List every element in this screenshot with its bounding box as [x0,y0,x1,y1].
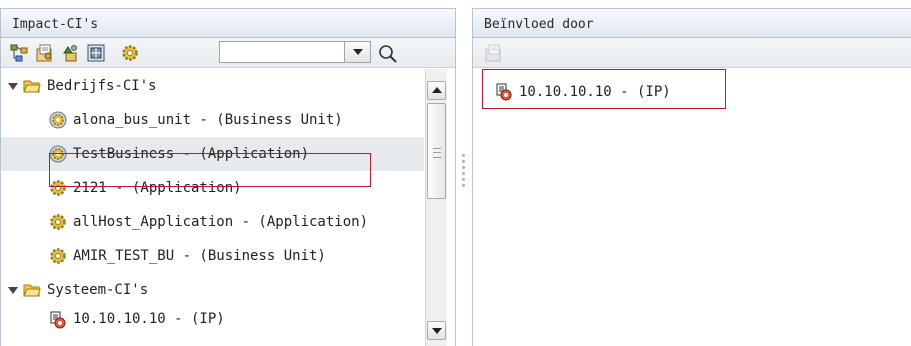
tree-item-2121[interactable]: 2121 - (Application) [1,171,424,205]
tree-item-label: 2121 - (Application) [73,180,242,196]
business-unit-icon [49,145,67,163]
tree-item-allhost-application[interactable]: allHost_Application - (Application) [1,205,424,239]
ci-filter-combobox[interactable] [219,41,371,63]
impact-cis-panel: Impact-CI's Bedrijfs-CI's alona_bus_unit… [0,8,456,346]
list-item-ip-10-10-10-10[interactable]: 10.10.10.10 - (IP) [495,75,735,109]
tree-folder-bedrijfs-cis[interactable]: Bedrijfs-CI's [1,69,424,103]
folder-open-icon [23,281,41,299]
tree-item-label: AMIR_TEST_BU - (Business Unit) [73,248,326,264]
impact-ci-tree: Bedrijfs-CI's alona_bus_unit - (Business… [1,69,455,346]
scroll-thumb[interactable] [427,103,446,199]
gear-icon [49,179,67,197]
gear-icon [49,247,67,265]
gear-icon [49,213,67,231]
tree-item-label: alona_bus_unit - (Business Unit) [73,112,343,128]
hierarchy-icon[interactable] [10,44,28,62]
business-unit-icon [49,111,67,129]
impact-toolbar [1,38,455,68]
list-item-label: 10.10.10.10 - (IP) [519,84,671,100]
tree-scrollbar[interactable] [425,69,447,346]
panel-title: Impact-CI's [1,9,455,38]
tree-item-label: Bedrijfs-CI's [47,78,157,94]
tree-item-amir-test-bu[interactable]: AMIR_TEST_BU - (Business Unit) [1,239,424,273]
affected-by-list: 10.10.10.10 - (IP) [473,69,911,346]
ip-address-icon [495,83,513,101]
search-icon[interactable] [377,43,399,65]
affected-by-toolbar [473,38,911,68]
tree-item-label: TestBusiness - (Application) [73,146,310,162]
move-up-icon[interactable] [61,44,79,62]
tree-item-ip-10-10-10-10[interactable]: 10.10.10.10 - (IP) [1,307,424,329]
scroll-up-icon[interactable] [427,81,446,100]
tree-item-label: 10.10.10.10 - (IP) [73,311,225,327]
chevron-down-icon[interactable] [344,42,370,62]
expand-icon[interactable] [8,286,18,294]
tree-folder-systeem-cis[interactable]: Systeem-CI's [1,273,424,307]
tree-item-label: Systeem-CI's [47,282,149,298]
tree-item-alona-bus-unit[interactable]: alona_bus_unit - (Business Unit) [1,103,424,137]
tree-item-label: allHost_Application - (Application) [73,214,369,230]
settings-gear-icon[interactable] [121,44,139,62]
scroll-down-icon[interactable] [427,321,446,340]
panel-splitter-handle[interactable] [458,150,468,196]
ip-address-icon [49,311,67,329]
tree-item-testbusiness[interactable]: TestBusiness - (Application) [1,137,424,171]
ci-filter-input[interactable] [220,42,342,62]
panel-title: Beïnvloed door [473,9,911,38]
beinvloed-door-panel: Beïnvloed door 10.10.10.10 - (IP) [472,8,911,346]
properties-icon[interactable] [36,44,54,62]
map-icon[interactable] [87,44,105,62]
properties-icon[interactable] [485,44,503,62]
folder-open-icon [23,77,41,95]
expand-icon[interactable] [8,82,18,90]
